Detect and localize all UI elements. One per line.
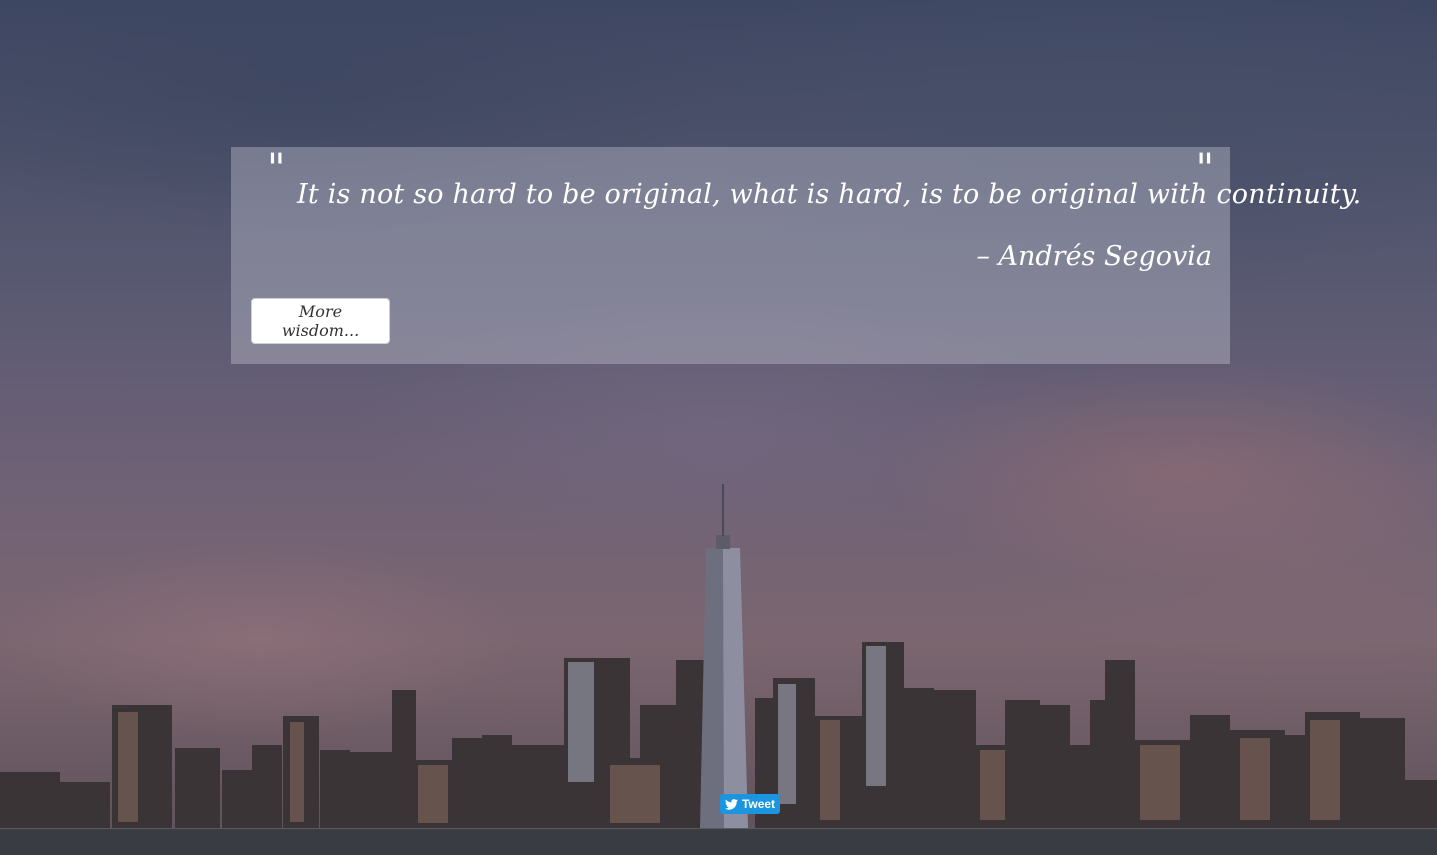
open-quote-mark: "	[267, 146, 286, 192]
quote-text: It is not so hard to be original, what i…	[297, 179, 1362, 210]
twitter-bird-icon	[724, 798, 738, 810]
tweet-button[interactable]: Tweet	[720, 794, 780, 814]
skyline-illustration	[0, 484, 1437, 855]
tweet-label: Tweet	[741, 797, 776, 811]
more-wisdom-button[interactable]: More wisdom...	[251, 298, 390, 344]
quote-author: – Andrés Segovia	[976, 241, 1212, 272]
close-quote-mark: "	[1195, 146, 1214, 192]
city-skyline-background	[0, 0, 1437, 855]
quote-panel: " It is not so hard to be original, what…	[231, 146, 1362, 364]
